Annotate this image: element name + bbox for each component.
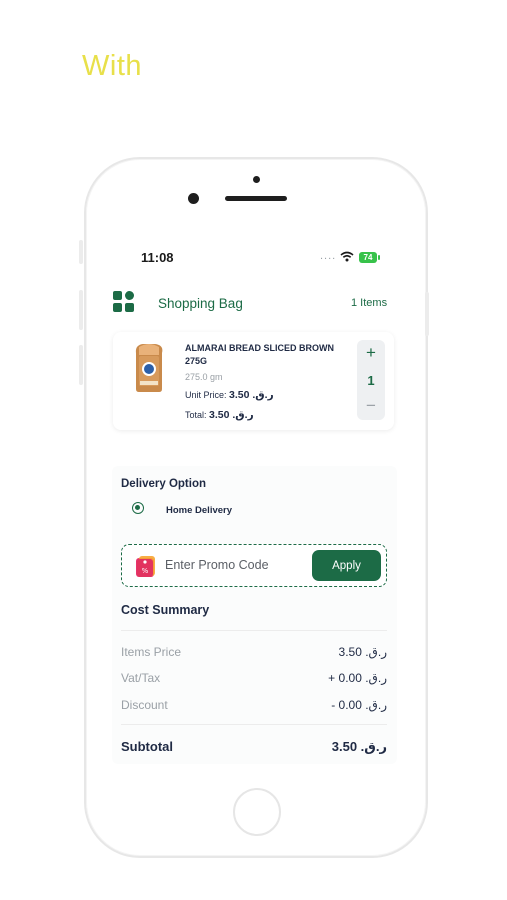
delivery-option-label: Delivery Option bbox=[121, 478, 206, 490]
phone-volume-down-button bbox=[79, 345, 83, 385]
phone-home-button[interactable] bbox=[233, 788, 281, 836]
items-count: 1 Items bbox=[351, 297, 388, 309]
discount-value: - 0.00 .ر.ق bbox=[331, 698, 387, 712]
status-time: 11:08 bbox=[141, 250, 174, 265]
unit-price: Unit Price: 3.50 .ر.ق bbox=[185, 389, 274, 401]
home-delivery-radio[interactable] bbox=[132, 502, 144, 514]
product-name: ALMARAI BREAD SLICED BROWN 275G bbox=[185, 343, 334, 366]
unit-price-value: 3.50 .ر.ق bbox=[229, 389, 274, 401]
items-price-value: 3.50 .ر.ق bbox=[338, 645, 387, 659]
phone-speaker bbox=[225, 196, 287, 201]
item-total-value: 3.50 .ر.ق bbox=[209, 409, 254, 421]
quantity-stepper: + 1 − bbox=[357, 340, 385, 420]
home-delivery-label[interactable]: Home Delivery bbox=[166, 505, 232, 516]
subtotal-label: Subtotal bbox=[121, 739, 173, 754]
coupon-tag-icon: % bbox=[136, 556, 155, 577]
phone-side-button bbox=[79, 240, 83, 264]
product-image bbox=[135, 344, 163, 392]
unit-price-label: Unit Price: bbox=[185, 390, 230, 400]
vat-tax-label: Vat/Tax bbox=[121, 671, 161, 685]
item-total: Total: 3.50 .ر.ق bbox=[185, 409, 254, 421]
page-title: Shopping Bag bbox=[158, 296, 243, 311]
item-total-label: Total: bbox=[185, 410, 210, 420]
signal-icon: .... bbox=[320, 250, 337, 262]
battery-icon: 74 bbox=[359, 252, 380, 263]
quantity-value: 1 bbox=[367, 373, 375, 388]
decrease-quantity-button[interactable]: − bbox=[357, 396, 385, 416]
vat-tax-value: + 0.00 .ر.ق bbox=[328, 671, 387, 685]
phone-camera bbox=[188, 193, 199, 204]
apply-promo-button[interactable]: Apply bbox=[312, 550, 381, 581]
headline-text: With bbox=[82, 50, 142, 82]
phone-power-button bbox=[425, 292, 429, 336]
categories-icon[interactable] bbox=[113, 291, 135, 313]
discount-label: Discount bbox=[121, 698, 168, 712]
svg-text:%: % bbox=[142, 567, 149, 575]
subtotal-value: 3.50 .ر.ق bbox=[331, 739, 387, 754]
items-price-label: Items Price bbox=[121, 645, 182, 659]
divider bbox=[121, 630, 387, 631]
increase-quantity-button[interactable]: + bbox=[357, 343, 385, 363]
wifi-icon bbox=[340, 251, 354, 262]
phone-sensor bbox=[253, 176, 260, 183]
phone-volume-up-button bbox=[79, 290, 83, 330]
promo-code-input[interactable] bbox=[165, 555, 303, 575]
divider bbox=[121, 724, 387, 725]
product-weight: 275.0 gm bbox=[185, 372, 223, 382]
cost-summary-title: Cost Summary bbox=[121, 603, 210, 617]
